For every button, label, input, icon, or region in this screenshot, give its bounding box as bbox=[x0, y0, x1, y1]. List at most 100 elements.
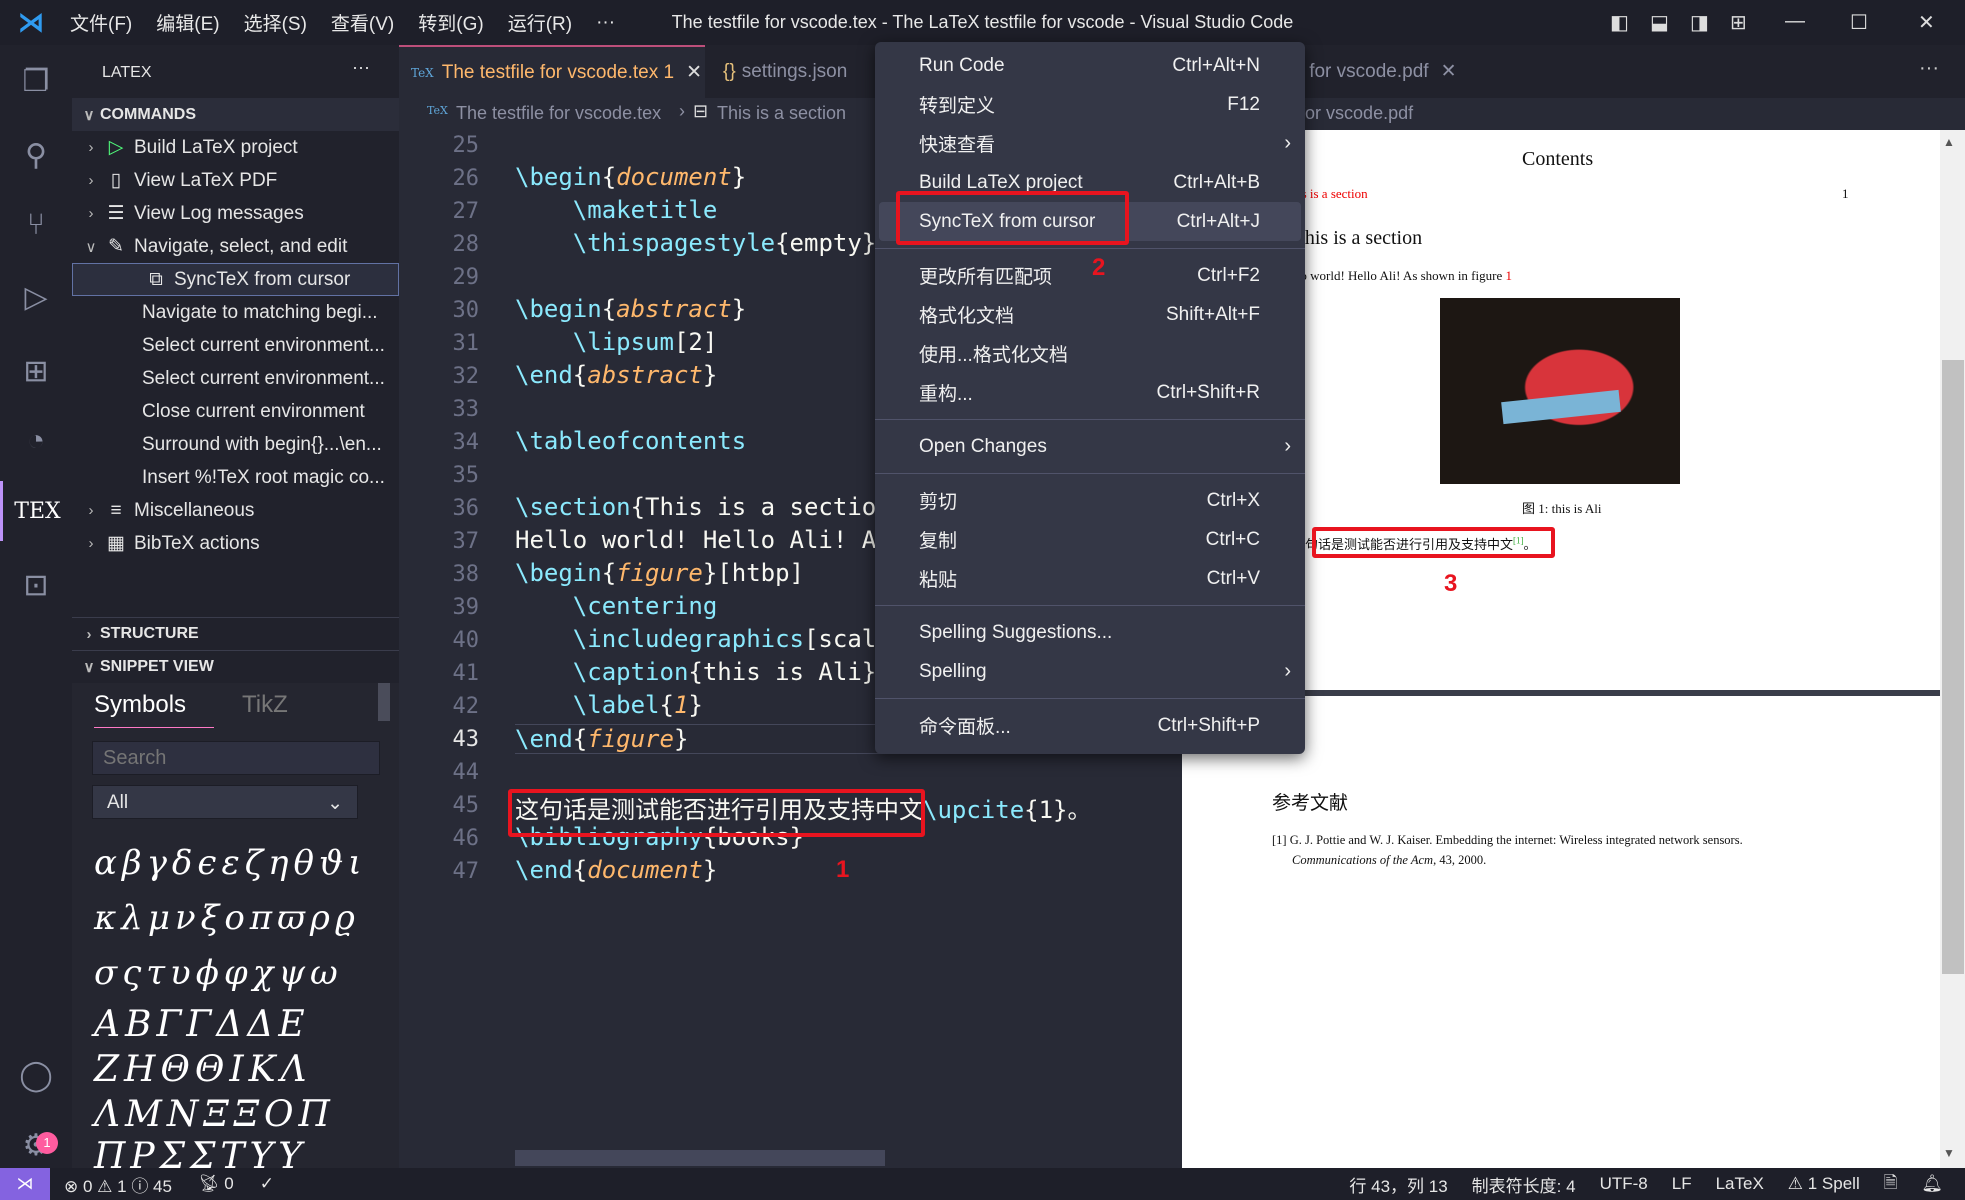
code-line[interactable]: \begin{figure}[htbp] bbox=[515, 559, 804, 587]
breadcrumb-section[interactable]: This is a section bbox=[717, 103, 846, 124]
remote-icon[interactable]: ⋊ bbox=[0, 1168, 50, 1200]
sidebar-command-item[interactable]: ∨ ✎ Navigate, select, and edit bbox=[72, 230, 399, 263]
symbol-row[interactable]: ΑΒΓΓΔΔΕ bbox=[94, 1004, 310, 1045]
context-menu-item[interactable]: 命令面板... Ctrl+Shift+P bbox=[875, 706, 1305, 745]
code-line[interactable]: \includegraphics[scal bbox=[515, 625, 876, 653]
sidebar-command-item[interactable]: ⧉ SyncTeX from cursor bbox=[72, 263, 399, 296]
context-menu-item[interactable]: 剪切 Ctrl+X bbox=[875, 481, 1305, 520]
context-menu-item[interactable]: 转到定义 F12 bbox=[875, 85, 1305, 124]
symbol-row[interactable]: ΖΗΘΘΙΚΛ bbox=[94, 1049, 312, 1090]
tex-icon[interactable]: TEX bbox=[0, 481, 72, 541]
notifications-bell-icon[interactable]: 🔔︎ bbox=[1921, 1174, 1943, 1194]
editor-more-button[interactable]: ··· bbox=[1919, 57, 1939, 80]
menu-view[interactable]: 查看(V) bbox=[331, 9, 394, 36]
close-tab-icon[interactable]: ✕ bbox=[686, 61, 702, 84]
code-line[interactable]: \begin{abstract} bbox=[515, 295, 746, 323]
sidebar-command-item[interactable]: › ▷ Build LaTeX project bbox=[72, 131, 399, 164]
menu-file[interactable]: 文件(F) bbox=[70, 9, 132, 36]
symbol-row[interactable]: αβγδϵεζηθϑι bbox=[94, 843, 367, 883]
run-debug-icon[interactable]: ▷ bbox=[0, 267, 72, 327]
breadcrumb-file[interactable]: The testfile for vscode.tex bbox=[456, 103, 661, 124]
symbol-row[interactable]: κλμνξοπϖρϱ bbox=[94, 898, 360, 938]
customize-layout-icon[interactable]: ⊞ bbox=[1730, 10, 1747, 35]
context-menu-item[interactable]: 更改所有匹配项 Ctrl+F2 bbox=[875, 256, 1305, 295]
code-line[interactable]: \maketitle bbox=[515, 196, 718, 224]
context-menu-item[interactable]: 粘贴 Ctrl+V bbox=[875, 559, 1305, 598]
context-menu-item[interactable]: Spelling Suggestions... bbox=[875, 613, 1305, 652]
terminal-icon[interactable]: ⊡ bbox=[0, 555, 72, 615]
menu-more[interactable]: ··· bbox=[596, 12, 615, 34]
symbol-row[interactable]: ΛΜΝΞΞΟΠ bbox=[94, 1094, 335, 1135]
context-menu-item[interactable]: Run Code Ctrl+Alt+N bbox=[875, 46, 1305, 85]
context-menu-item[interactable]: 重构... Ctrl+Shift+R bbox=[875, 373, 1305, 412]
toggle-secondary-sidebar-icon[interactable]: ◨ bbox=[1690, 10, 1709, 35]
ports-indicator[interactable]: 📡︎ 0 bbox=[198, 1174, 234, 1194]
code-line[interactable]: \end{abstract} bbox=[515, 361, 717, 389]
encoding[interactable]: UTF-8 bbox=[1600, 1174, 1648, 1194]
scroll-up-icon[interactable]: ▲ bbox=[1943, 135, 1955, 149]
pdf-scroll-thumb[interactable] bbox=[1942, 360, 1964, 974]
sidebar-command-item[interactable]: › ≡ Miscellaneous bbox=[72, 494, 399, 527]
menu-selection[interactable]: 选择(S) bbox=[244, 9, 307, 36]
sidebar-command-item[interactable]: Select current environment... bbox=[72, 329, 399, 362]
tab-symbols[interactable]: Symbols bbox=[94, 691, 214, 728]
menu-go[interactable]: 转到(G) bbox=[418, 9, 483, 36]
context-menu-item[interactable]: 使用...格式化文档 bbox=[875, 334, 1305, 373]
search-icon[interactable]: ⚲ bbox=[0, 125, 72, 185]
menu-run[interactable]: 运行(R) bbox=[508, 9, 572, 36]
sidebar-command-item[interactable]: › ▦ BibTeX actions bbox=[72, 527, 399, 560]
code-line[interactable]: \end{document} bbox=[515, 856, 717, 884]
extensions-icon[interactable]: ⊞ bbox=[0, 341, 72, 401]
symbol-row[interactable]: σςτυϕφχψω bbox=[94, 953, 343, 993]
problems-indicator[interactable]: ⊗ 0 ⚠ 1 ⓘ 45 bbox=[64, 1172, 172, 1197]
minimize-button[interactable]: — bbox=[1785, 10, 1805, 33]
sidebar-command-item[interactable]: › ☰ View Log messages bbox=[72, 197, 399, 230]
figure-ref-link[interactable]: 1 bbox=[1505, 268, 1512, 283]
menu-edit[interactable]: 编辑(E) bbox=[156, 9, 219, 36]
toggle-panel-icon[interactable]: ⬓ bbox=[1650, 10, 1669, 35]
tab-tikz[interactable]: TikZ bbox=[242, 691, 288, 719]
code-line[interactable]: \lipsum[2] bbox=[515, 328, 718, 356]
build-success-icon[interactable]: ✓ bbox=[260, 1174, 274, 1194]
code-line[interactable]: \begin{document} bbox=[515, 163, 746, 191]
context-menu-item[interactable]: Spelling › bbox=[875, 652, 1305, 691]
tab-tex-file[interactable]: TeX The testfile for vscode.tex 1 ✕ bbox=[399, 45, 705, 98]
sidebar-command-item[interactable]: Surround with begin{}...\en... bbox=[72, 428, 399, 461]
sidebar-command-item[interactable]: Navigate to matching begi... bbox=[72, 296, 399, 329]
close-tab-icon[interactable]: ✕ bbox=[1441, 60, 1457, 83]
source-control-icon[interactable]: ⑂ bbox=[0, 195, 72, 255]
spell-indicator[interactable]: ⚠ 1 Spell bbox=[1788, 1174, 1860, 1194]
code-line[interactable]: \centering bbox=[515, 592, 718, 620]
tab-size[interactable]: 制表符长度: 4 bbox=[1472, 1172, 1576, 1197]
code-line[interactable]: \thispagestyle{empty} bbox=[515, 229, 876, 257]
symbol-filter-select[interactable]: All ⌄ bbox=[92, 785, 358, 819]
code-line[interactable]: \tableofcontents bbox=[515, 427, 746, 455]
cursor-position[interactable]: 行 43，列 13 bbox=[1349, 1172, 1447, 1197]
code-line[interactable]: \caption{this is Ali} bbox=[515, 658, 876, 686]
horizontal-scrollbar[interactable] bbox=[515, 1150, 885, 1166]
close-window-button[interactable]: ✕ bbox=[1918, 10, 1935, 35]
structure-section-header[interactable]: › STRUCTURE bbox=[72, 617, 399, 650]
pdf-scrollbar[interactable]: ▲ ▼ bbox=[1940, 130, 1965, 1168]
pdf-status-icon[interactable]: 🗎︎ bbox=[1884, 1170, 1898, 1199]
toggle-sidebar-icon[interactable]: ◧ bbox=[1610, 10, 1629, 35]
language-mode[interactable]: LaTeX bbox=[1716, 1174, 1764, 1194]
end-of-line[interactable]: LF bbox=[1672, 1174, 1692, 1194]
sidebar-command-item[interactable]: Insert %!TeX root magic co... bbox=[72, 461, 399, 494]
context-menu-item[interactable]: 快速查看 › bbox=[875, 124, 1305, 163]
scroll-down-icon[interactable]: ▼ bbox=[1943, 1146, 1955, 1160]
sidebar-command-item[interactable]: Close current environment bbox=[72, 395, 399, 428]
git-graph-icon[interactable]: ◔ bbox=[0, 411, 72, 471]
symbol-search-input[interactable] bbox=[92, 741, 380, 775]
maximize-button[interactable]: ☐ bbox=[1850, 10, 1868, 35]
code-line[interactable]: \label{1} bbox=[515, 691, 703, 719]
sidebar-more-button[interactable]: ··· bbox=[352, 57, 370, 78]
tab-settings-json[interactable]: {} settings.json bbox=[717, 45, 853, 98]
snippet-scrollbar[interactable] bbox=[378, 683, 390, 721]
sidebar-command-item[interactable]: Select current environment... bbox=[72, 362, 399, 395]
snippet-view-section-header[interactable]: ∨ SNIPPET VIEW bbox=[72, 650, 399, 683]
context-menu-item[interactable]: 复制 Ctrl+C bbox=[875, 520, 1305, 559]
commands-section-header[interactable]: ∨ COMMANDS bbox=[72, 98, 399, 131]
context-menu-item[interactable]: Open Changes › bbox=[875, 427, 1305, 466]
sidebar-command-item[interactable]: › ▯ View LaTeX PDF bbox=[72, 164, 399, 197]
